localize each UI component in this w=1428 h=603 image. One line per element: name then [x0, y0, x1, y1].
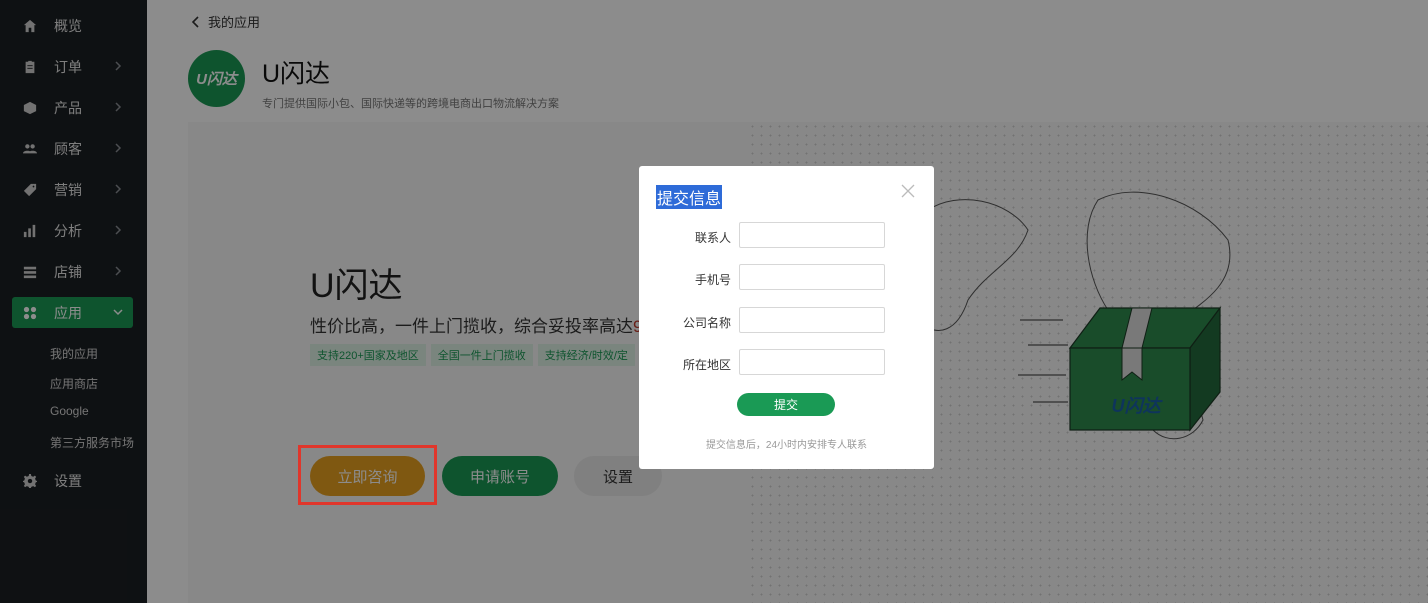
submit-button[interactable]: 提交 [737, 393, 835, 416]
contact-input[interactable] [739, 222, 885, 248]
dialog-note: 提交信息后，24小时内安排专人联系 [705, 440, 868, 451]
contact-label: 联系人 [694, 231, 731, 245]
phone-input[interactable] [739, 264, 885, 290]
highlight-annotation [298, 445, 437, 505]
close-icon[interactable] [901, 184, 915, 198]
company-label: 公司名称 [682, 316, 731, 330]
phone-label: 手机号 [694, 273, 731, 287]
dialog-title: 提交信息 [656, 185, 723, 209]
region-label: 所在地区 [682, 358, 731, 372]
region-input[interactable] [739, 349, 885, 375]
company-input[interactable] [739, 307, 885, 333]
submit-info-dialog: 提交信息 联系人 手机号 公司名称 所在地区 提交 提交信息后，24小时内安排专… [639, 166, 934, 469]
